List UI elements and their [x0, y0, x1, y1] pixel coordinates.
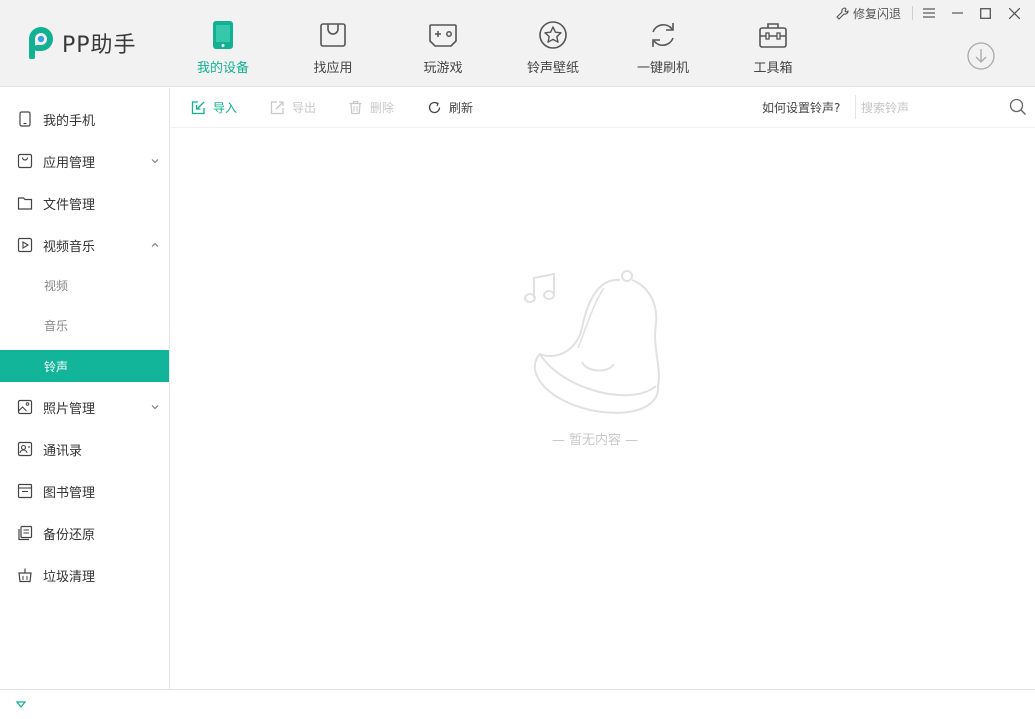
- refresh-icon: [646, 18, 680, 52]
- sidebar-subitem-video[interactable]: 视频: [0, 269, 169, 301]
- sidebar-item-file-management[interactable]: 文件管理: [0, 187, 169, 219]
- search-icon[interactable]: [1009, 98, 1027, 116]
- minimize-icon: [951, 12, 963, 14]
- sidebar-item-photo-management[interactable]: 照片管理: [0, 391, 169, 423]
- empty-bell-illustration-icon: [524, 270, 660, 414]
- sidebar-item-label: 我的手机: [43, 113, 96, 129]
- triangle-down-icon[interactable]: [16, 700, 26, 710]
- star-icon: [536, 18, 570, 52]
- sidebar-subitem-music[interactable]: 音乐: [0, 309, 169, 341]
- maximize-button[interactable]: [976, 4, 994, 22]
- ringtone-search-input[interactable]: [861, 98, 1001, 118]
- chevron-up-icon: [151, 242, 159, 247]
- sidebar-item-app-management[interactable]: 应用管理: [0, 145, 169, 177]
- gamepad-icon: [426, 18, 460, 52]
- image-icon: [17, 399, 33, 415]
- delete-label: 删除: [370, 100, 395, 115]
- menu-icon: [923, 8, 935, 18]
- download-icon: [967, 42, 995, 70]
- chevron-down-icon: [151, 159, 159, 164]
- close-button[interactable]: [1005, 4, 1023, 22]
- export-icon: [270, 100, 284, 114]
- nav-toolbox[interactable]: 工具箱: [718, 0, 828, 87]
- nav-label: 我的设备: [196, 61, 249, 76]
- sidebar-item-contacts[interactable]: 通讯录: [0, 433, 169, 465]
- sidebar-subitem-ringtones[interactable]: 铃声: [0, 350, 169, 382]
- content-toolbar: 导入 导出 删除 刷新 如何设置铃声?: [171, 88, 1035, 128]
- phone-icon: [206, 18, 240, 52]
- app-title: PP助手: [62, 33, 137, 58]
- nav-label: 一键刷机: [636, 61, 689, 76]
- shopping-bag-icon: [316, 18, 350, 52]
- delete-button[interactable]: 删除: [348, 98, 394, 116]
- nav-find-apps[interactable]: 找应用: [278, 0, 388, 87]
- import-icon: [191, 100, 205, 114]
- folder-icon: [17, 197, 33, 210]
- toolbox-icon: [756, 18, 790, 52]
- sidebar: 我的手机 应用管理 文件管理 视频音乐 视频 音乐 铃声 照片管理 通讯录 图书…: [0, 88, 170, 689]
- repair-crash-button[interactable]: 修复闪退: [836, 5, 901, 21]
- sidebar-item-book-management[interactable]: 图书管理: [0, 475, 169, 507]
- maximize-icon: [979, 7, 991, 19]
- sidebar-item-label: 文件管理: [43, 197, 96, 213]
- top-bar: PP助手 我的设备 找应用 玩游戏 铃声壁纸 一键刷机 工具箱 修复闪退: [0, 0, 1035, 87]
- menu-button[interactable]: [920, 4, 938, 22]
- backup-icon: [18, 525, 33, 541]
- sidebar-item-video-music[interactable]: 视频音乐: [0, 229, 169, 261]
- nav-label: 工具箱: [753, 61, 793, 76]
- nav-label: 找应用: [313, 61, 353, 76]
- trash-clean-icon: [18, 568, 32, 583]
- app-bag-icon: [17, 153, 33, 169]
- close-icon: [1008, 7, 1020, 19]
- toolbar-divider: [855, 95, 856, 119]
- sidebar-item-my-phone[interactable]: 我的手机: [0, 103, 169, 135]
- refresh-button[interactable]: 刷新: [427, 98, 473, 116]
- refresh-icon: [428, 101, 441, 113]
- import-label: 导入: [213, 100, 238, 115]
- nav-play-games[interactable]: 玩游戏: [388, 0, 498, 87]
- sidebar-subitem-label: 铃声: [44, 359, 69, 374]
- sidebar-item-junk-cleanup[interactable]: 垃圾清理: [0, 559, 169, 591]
- sidebar-item-label: 应用管理: [43, 155, 96, 171]
- import-button[interactable]: 导入: [191, 98, 237, 116]
- sidebar-subitem-label: 视频: [44, 278, 69, 293]
- refresh-label: 刷新: [449, 100, 474, 115]
- pp-logo-icon: [29, 27, 53, 59]
- nav-my-device[interactable]: 我的设备: [168, 0, 278, 87]
- export-label: 导出: [292, 100, 317, 115]
- sidebar-item-backup-restore[interactable]: 备份还原: [0, 517, 169, 549]
- wrench-icon: [836, 6, 849, 20]
- repair-label: 修复闪退: [853, 6, 902, 21]
- sidebar-item-label: 照片管理: [43, 401, 96, 417]
- sidebar-item-label: 视频音乐: [43, 239, 96, 255]
- phone-icon: [19, 111, 31, 127]
- nav-one-key-flash[interactable]: 一键刷机: [608, 0, 718, 87]
- window-divider: [912, 6, 913, 20]
- main-nav: 我的设备 找应用 玩游戏 铃声壁纸 一键刷机 工具箱: [168, 0, 828, 87]
- ringtone-help-link[interactable]: 如何设置铃声?: [762, 99, 840, 116]
- sidebar-item-label: 图书管理: [43, 485, 96, 501]
- sidebar-item-label: 备份还原: [43, 527, 96, 543]
- sidebar-subitem-label: 音乐: [44, 318, 69, 333]
- play-icon: [17, 237, 33, 253]
- minimize-button[interactable]: [948, 4, 966, 22]
- contacts-icon: [17, 441, 33, 457]
- book-icon: [17, 483, 33, 499]
- nav-label: 玩游戏: [423, 61, 463, 76]
- chevron-down-icon: [151, 405, 159, 410]
- sidebar-item-label: 垃圾清理: [43, 569, 96, 585]
- app-logo: PP助手: [26, 26, 137, 60]
- trash-icon: [349, 100, 362, 114]
- download-manager-button[interactable]: [967, 42, 995, 70]
- sidebar-item-label: 通讯录: [43, 443, 83, 459]
- nav-ringtones-wallpapers[interactable]: 铃声壁纸: [498, 0, 608, 87]
- status-bar: [0, 689, 1035, 719]
- export-button[interactable]: 导出: [270, 98, 316, 116]
- nav-label: 铃声壁纸: [526, 61, 579, 76]
- empty-state-text: — 暂无内容 —: [551, 433, 639, 448]
